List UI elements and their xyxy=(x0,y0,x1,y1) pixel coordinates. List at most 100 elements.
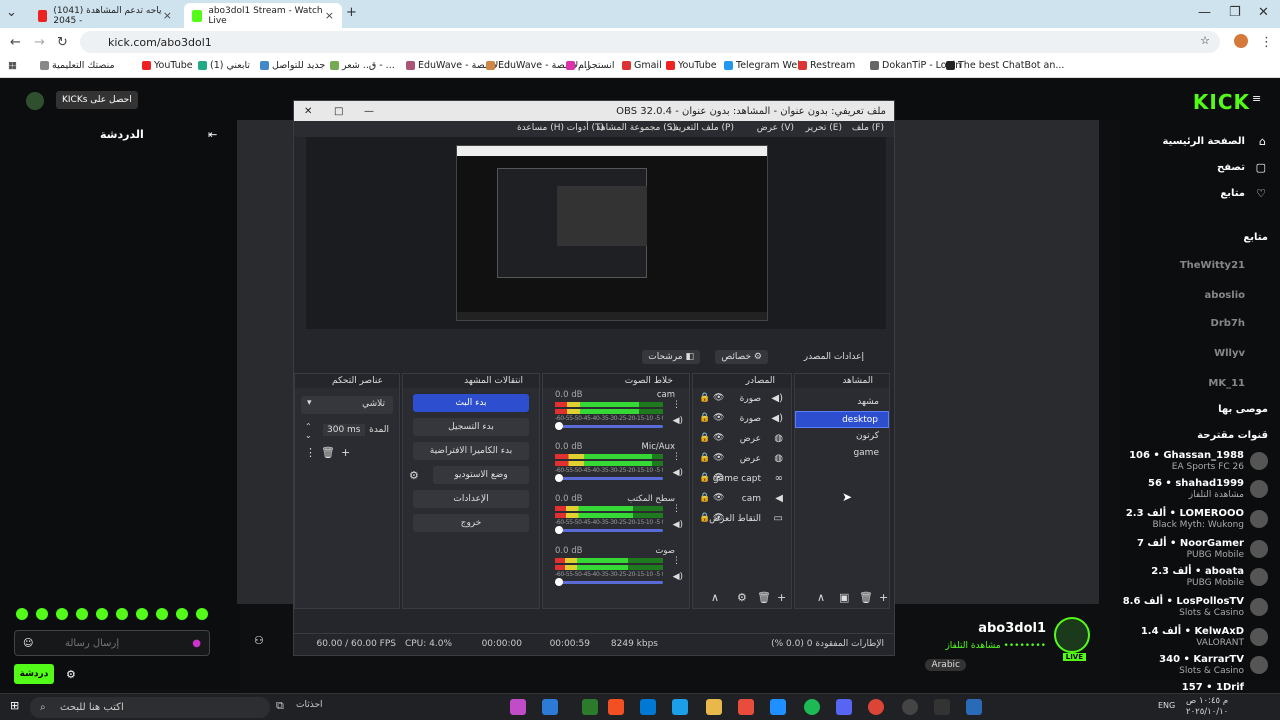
copilot-icon[interactable] xyxy=(510,699,526,715)
source-item[interactable]: التقاط العرض ▭ 👁 🔒 xyxy=(693,510,791,530)
folder-icon[interactable] xyxy=(706,699,722,715)
app-icon[interactable] xyxy=(966,699,982,715)
minimize-icon[interactable]: — xyxy=(1198,5,1211,20)
bookmark[interactable]: تابعني (1) xyxy=(198,60,250,71)
windows-icon[interactable]: ⊞ xyxy=(10,699,19,712)
emote-icon[interactable] xyxy=(176,608,188,620)
add-icon[interactable]: + xyxy=(879,591,888,604)
app-icon[interactable] xyxy=(934,699,950,715)
tab-inactive[interactable]: (1041) ياحه تدعم المشاهدة - 2045 × xyxy=(30,3,180,28)
speaker-icon[interactable]: ◀) xyxy=(673,572,683,582)
volume-slider[interactable] xyxy=(555,526,663,534)
emote-icon[interactable] xyxy=(96,608,108,620)
slider-handle[interactable] xyxy=(555,526,563,534)
language-tag[interactable]: Arabic xyxy=(925,659,966,671)
kick-logo[interactable]: KICK xyxy=(1193,90,1250,114)
hamburger-icon[interactable]: ≡ xyxy=(1252,92,1261,105)
language-indicator[interactable]: ENG xyxy=(1158,701,1175,710)
start-virtual-camera-button[interactable]: بدء الكاميرا الافتراضية xyxy=(413,442,529,460)
transition-select[interactable]: تلاشي ▾ xyxy=(301,396,393,414)
menu-icon[interactable]: ⋮ xyxy=(672,556,681,566)
menu-scene-collection[interactable]: مجموعة المشاهد (S) xyxy=(596,123,676,133)
clock[interactable]: م ١٠:٤٥ ص ٢٠٢٥/١٠/١٠ xyxy=(1186,696,1228,718)
obs-icon[interactable] xyxy=(902,699,918,715)
emote-icon[interactable] xyxy=(36,608,48,620)
bookmark[interactable]: The best ChatBot an... xyxy=(946,60,1064,71)
maximize-icon[interactable]: □ xyxy=(334,106,343,117)
menu-help[interactable]: مساعدة (H) xyxy=(517,123,564,133)
slider-handle[interactable] xyxy=(555,578,563,586)
bookmark[interactable]: Telegram Web xyxy=(724,60,803,71)
followed-channel[interactable]: Wllyv xyxy=(1214,348,1245,359)
source-item[interactable]: صورة ◀) 👁 🔒 xyxy=(693,390,791,410)
minimize-icon[interactable]: — xyxy=(364,106,374,117)
task-view-icon[interactable]: ⧉ xyxy=(276,699,284,713)
bookmark[interactable]: YouTube xyxy=(142,60,193,71)
emote-icon[interactable] xyxy=(196,608,208,620)
close-window-icon[interactable]: ✕ xyxy=(1258,5,1269,20)
filters-button[interactable]: مرشحات ◧ xyxy=(642,350,700,364)
source-item[interactable]: game capt ∞ 👁 🔒 xyxy=(693,470,791,490)
followed-channel[interactable]: Drb7h xyxy=(1211,318,1245,329)
users-icon[interactable]: ⚇ xyxy=(254,634,264,647)
channel-item[interactable]: 56 • shahad1999 مشاهدة التلفاز xyxy=(1108,478,1268,508)
source-item[interactable]: عرض ◍ 👁 🔒 xyxy=(693,430,791,450)
bookmark[interactable]: Gmail xyxy=(622,60,662,71)
streamer-category[interactable]: مشاهدة التلفاز •••••••• xyxy=(945,641,1046,651)
kicks-badge[interactable]: KICKs احصل على xyxy=(56,91,138,109)
up-icon[interactable]: ∧ xyxy=(711,591,719,604)
bookmark[interactable]: انستجرام xyxy=(566,60,615,71)
mic-icon[interactable]: ● xyxy=(192,631,201,657)
menu-profile[interactable]: ملف التعريف (P) xyxy=(670,123,734,133)
gear-icon[interactable]: ⚙ xyxy=(409,469,419,482)
app-icon[interactable] xyxy=(770,699,786,715)
forward-icon[interactable]: → xyxy=(34,35,45,50)
add-icon[interactable]: + xyxy=(341,446,350,459)
channel-item[interactable]: 157 • 1Drif xyxy=(1108,682,1268,693)
nav-following[interactable]: متابع xyxy=(1220,188,1245,199)
start-recording-button[interactable]: بدء التسجيل xyxy=(413,418,529,436)
reload-icon[interactable]: ↻ xyxy=(57,35,68,50)
menu-icon[interactable]: ⋮ xyxy=(305,446,316,459)
add-icon[interactable]: + xyxy=(777,591,786,604)
start-streaming-button[interactable]: بدء البث xyxy=(413,394,529,412)
nav-browse[interactable]: تصفح xyxy=(1217,162,1245,173)
taskbar-search[interactable]: اكتب هنا للبحث ⌕ xyxy=(30,697,270,718)
menu-icon[interactable]: ⋮ xyxy=(1260,35,1273,50)
store-icon[interactable] xyxy=(608,699,624,715)
slider-handle[interactable] xyxy=(555,422,563,430)
slider-handle[interactable] xyxy=(555,474,563,482)
bookmark[interactable]: YouTube xyxy=(666,60,717,71)
bookmark[interactable]: جديد للتواصل xyxy=(260,60,325,71)
gear-icon[interactable]: ⚙ xyxy=(737,591,747,604)
emote-icon[interactable] xyxy=(136,608,148,620)
address-bar[interactable]: kick.com/abo3dol1 ☆ xyxy=(80,31,1220,53)
channel-item[interactable]: 8.6 ألف • LosPollosTV Slots & Casino xyxy=(1108,596,1268,626)
volume-slider[interactable] xyxy=(555,578,663,586)
chevron-down-icon[interactable]: ⌄ xyxy=(6,5,17,20)
menu-icon[interactable]: ⋮ xyxy=(672,452,681,462)
source-item[interactable]: cam ◀ 👁 🔒 xyxy=(693,490,791,510)
chat-send-button[interactable]: دردشة xyxy=(14,664,54,684)
avatar[interactable] xyxy=(1054,617,1090,653)
streamer-name[interactable]: abo3dol1 xyxy=(978,621,1046,636)
menu-view[interactable]: عرض (V) xyxy=(757,123,794,133)
channel-item[interactable]: 2.3 ألف • LOMEROOO Black Myth: Wukong xyxy=(1108,508,1268,538)
speaker-icon[interactable]: ◀) xyxy=(673,416,683,426)
apps-icon[interactable]: ▦ xyxy=(8,60,17,71)
emoji-icon[interactable]: ☺ xyxy=(23,631,33,657)
channel-item[interactable]: 7 ألف • NoorGamer PUBG Mobile xyxy=(1108,538,1268,568)
channel-item[interactable]: 340 • KarrarTV Slots & Casino xyxy=(1108,654,1268,684)
chrome-icon[interactable] xyxy=(868,699,884,715)
volume-slider[interactable] xyxy=(555,422,663,430)
channel-item[interactable]: 106 • Ghassan_1988 EA Sports FC 26 xyxy=(1108,450,1268,480)
trash-icon[interactable]: 🗑 xyxy=(757,591,771,604)
emote-icon[interactable] xyxy=(56,608,68,620)
edge-app-icon[interactable] xyxy=(672,699,688,715)
duration-field[interactable]: المدة 300 ms ⌃ ⌄ xyxy=(301,422,393,440)
scene-item[interactable]: كرتون xyxy=(795,428,889,445)
source-item[interactable]: عرض ◍ 👁 🔒 xyxy=(693,450,791,470)
source-item[interactable]: صورة ◀) 👁 🔒 xyxy=(693,410,791,430)
followed-channel[interactable]: aboslio xyxy=(1205,290,1245,301)
weather[interactable]: احذثات xyxy=(296,700,323,710)
